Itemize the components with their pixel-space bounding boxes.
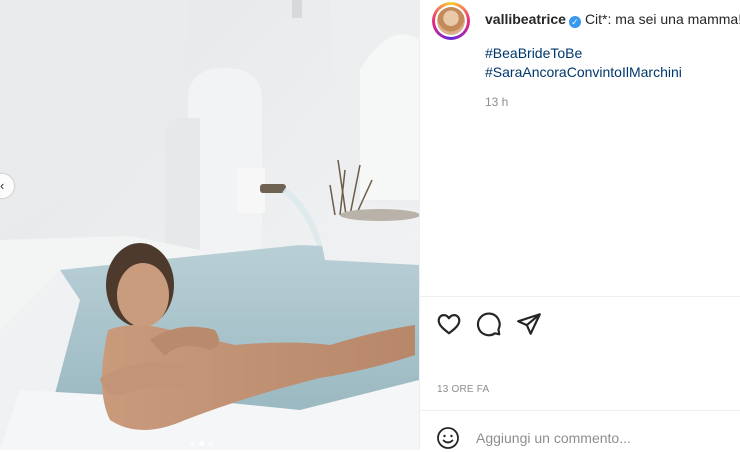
chevron-left-icon: ‹ (0, 178, 5, 193)
smiley-icon[interactable] (436, 426, 460, 450)
avatar (435, 5, 467, 37)
carousel-dot-active (199, 441, 204, 446)
paper-plane-icon[interactable] (516, 311, 542, 337)
caption-time[interactable]: 13 h (485, 95, 508, 109)
heart-icon[interactable] (436, 311, 462, 337)
carousel-dot (190, 441, 195, 446)
instagram-post: ‹ vallibeatrice ✓ Cit*: ma sei una mamma! … (0, 0, 740, 450)
divider (420, 296, 740, 297)
caption-line: vallibeatrice ✓ Cit*: ma sei una mamma! (485, 10, 740, 28)
carousel-dot (208, 441, 213, 446)
hashtag-list: #BeaBrideToBe #SaraAncoraConvintoIlMarch… (485, 44, 682, 82)
post-photo[interactable]: ‹ (0, 0, 419, 450)
avatar-image (437, 7, 465, 35)
verified-badge-icon: ✓ (568, 16, 581, 28)
hashtag-link[interactable]: #SaraAncoraConvintoIlMarchini (485, 63, 682, 82)
comment-bubble-icon[interactable] (476, 311, 502, 337)
post-timestamp[interactable]: 13 ORE FA (437, 384, 489, 395)
divider (420, 410, 740, 411)
comment-input[interactable] (476, 430, 716, 446)
avatar-story-ring[interactable] (432, 2, 470, 40)
action-bar (436, 311, 542, 337)
comment-bar (436, 424, 740, 452)
hashtag-link[interactable]: #BeaBrideToBe (485, 44, 682, 63)
carousel-indicator (190, 441, 213, 446)
caption-text: Cit*: ma sei una mamma! (584, 11, 740, 27)
post-sidebar: vallibeatrice ✓ Cit*: ma sei una mamma! #B… (419, 0, 740, 450)
username-link[interactable]: vallibeatrice (485, 11, 566, 27)
photo-scene (0, 0, 419, 450)
